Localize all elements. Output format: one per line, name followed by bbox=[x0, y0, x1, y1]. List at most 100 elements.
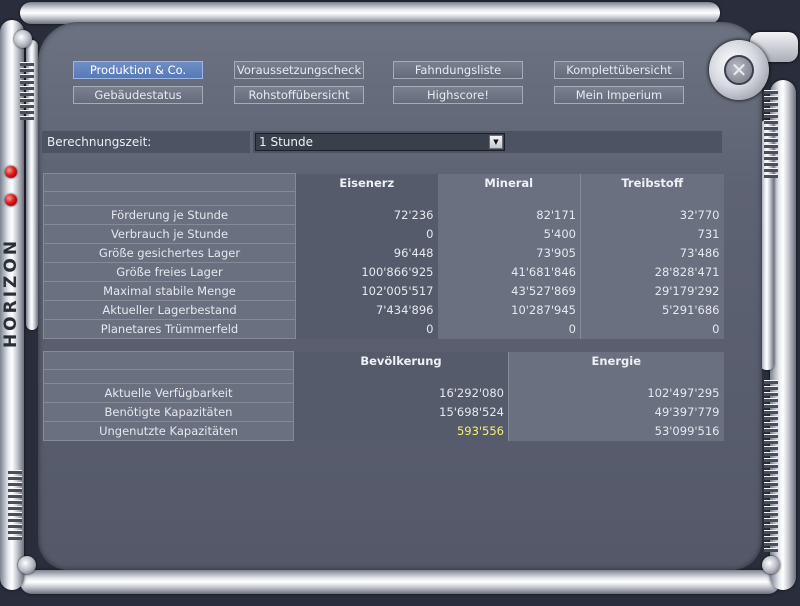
frame-rib bbox=[764, 386, 778, 390]
table-row: Planetares Trümmerfeld 0 0 0 bbox=[43, 319, 724, 339]
table-row: Aktueller Lagerbestand 7'434'896 10'287'94… bbox=[43, 300, 724, 320]
table-cell: 49'397'779 bbox=[508, 402, 724, 422]
frame-rib bbox=[764, 392, 778, 396]
frame-rib bbox=[764, 500, 778, 504]
row-label: Aktueller Lagerbestand bbox=[43, 300, 296, 320]
frame-rib bbox=[8, 482, 22, 486]
row-label: Größe freies Lager bbox=[43, 262, 296, 282]
spacer-cell bbox=[580, 191, 724, 206]
table-cell: 100'866'925 bbox=[295, 262, 438, 282]
nav-komplettuebersicht-button[interactable]: Komplettübersicht bbox=[554, 61, 684, 79]
frame-rib bbox=[8, 506, 22, 510]
table-cell: 0 bbox=[437, 319, 581, 339]
frame-rib bbox=[764, 156, 778, 160]
resources-header-mineral: Mineral bbox=[437, 173, 581, 192]
table-cell: 73'486 bbox=[580, 243, 724, 263]
frame-rib bbox=[764, 434, 778, 438]
capacity-header-bevoelkerung: Bevölkerung bbox=[293, 351, 509, 370]
frame-rib bbox=[764, 512, 778, 516]
screw-icon bbox=[14, 30, 32, 48]
frame-rib bbox=[764, 452, 778, 456]
frame-rib bbox=[20, 116, 34, 120]
frame-rib bbox=[8, 500, 22, 504]
table-cell: 15'698'524 bbox=[293, 402, 509, 422]
resources-spacer-row bbox=[43, 191, 724, 206]
spacer-cell bbox=[43, 369, 294, 384]
frame-rib bbox=[20, 62, 34, 66]
frame-rib bbox=[8, 524, 22, 528]
nav-voraussetzungscheck-button[interactable]: Voraussetzungscheck bbox=[234, 61, 364, 79]
row-label: Benötigte Kapazitäten bbox=[43, 402, 294, 422]
nav-produktion-button[interactable]: Produktion & Co. bbox=[73, 61, 203, 79]
calc-time-row: Berechnungszeit: 1 Stunde ▼ bbox=[42, 131, 722, 153]
logo-text: HORIZON bbox=[1, 237, 22, 349]
nav-rohstoffuebersicht-button[interactable]: Rohstoffübersicht bbox=[234, 86, 364, 104]
frame-rib bbox=[764, 132, 778, 136]
frame-rib bbox=[764, 464, 778, 468]
frame-rib bbox=[764, 422, 778, 426]
frame-rib bbox=[764, 440, 778, 444]
frame-rib bbox=[20, 92, 34, 96]
table-row: Verbrauch je Stunde 0 5'400 731 bbox=[43, 224, 724, 244]
frame-rib bbox=[764, 476, 778, 480]
table-cell: 7'434'896 bbox=[295, 300, 438, 320]
frame-rib bbox=[8, 476, 22, 480]
resources-header-row: Eisenerz Mineral Treibstoff bbox=[43, 173, 724, 192]
table-cell: 593'556 bbox=[293, 421, 509, 441]
frame-top-rail bbox=[20, 2, 720, 24]
nav-highscore-button[interactable]: Highscore! bbox=[393, 86, 523, 104]
table-cell: 43'527'869 bbox=[437, 281, 581, 301]
calc-time-value: 1 Stunde bbox=[259, 135, 313, 149]
table-row: Ungenutzte Kapazitäten 593'556 53'099'516 bbox=[43, 421, 724, 441]
table-cell: 5'291'686 bbox=[580, 300, 724, 320]
resources-table: Eisenerz Mineral Treibstoff Förderung je… bbox=[43, 173, 724, 339]
table-cell: 29'179'292 bbox=[580, 281, 724, 301]
close-icon: ✕ bbox=[730, 58, 748, 82]
frame-rib bbox=[20, 74, 34, 78]
frame-rib bbox=[764, 144, 778, 148]
table-cell: 0 bbox=[295, 319, 438, 339]
close-button[interactable]: ✕ bbox=[724, 55, 754, 85]
table-cell: 16'292'080 bbox=[293, 383, 509, 403]
frame-rib bbox=[764, 416, 778, 420]
nav-gebaeudestatus-button[interactable]: Gebäudestatus bbox=[73, 86, 203, 104]
frame-rib bbox=[20, 110, 34, 114]
capacity-header-row: Bevölkerung Energie bbox=[43, 351, 724, 370]
frame-bottom-rail bbox=[20, 570, 780, 594]
calc-time-select-wrap: 1 Stunde ▼ bbox=[253, 131, 722, 153]
capacity-header-energie: Energie bbox=[508, 351, 724, 370]
table-cell: 96'448 bbox=[295, 243, 438, 263]
frame-rib bbox=[764, 404, 778, 408]
frame-rib bbox=[764, 488, 778, 492]
table-cell: 41'681'846 bbox=[437, 262, 581, 282]
frame-rib bbox=[764, 482, 778, 486]
frame-rib bbox=[764, 524, 778, 528]
table-row: Größe gesichertes Lager 96'448 73'905 73'48… bbox=[43, 243, 724, 263]
frame-rib bbox=[764, 494, 778, 498]
spacer-cell bbox=[508, 369, 724, 384]
resources-header-eisenerz: Eisenerz bbox=[295, 173, 438, 192]
table-cell: 102'497'295 bbox=[508, 383, 724, 403]
resources-header-blank bbox=[43, 173, 296, 192]
frame-rib bbox=[764, 446, 778, 450]
spacer-cell bbox=[437, 191, 581, 206]
frame-rib bbox=[764, 410, 778, 414]
frame-rib bbox=[764, 174, 778, 178]
frame-rib bbox=[764, 518, 778, 522]
table-cell: 28'828'471 bbox=[580, 262, 724, 282]
nav-fahndungsliste-button[interactable]: Fahndungsliste bbox=[393, 61, 523, 79]
frame-rib bbox=[764, 548, 778, 552]
capacity-spacer-row bbox=[43, 369, 724, 384]
table-cell: 102'005'517 bbox=[295, 281, 438, 301]
frame-rib bbox=[8, 518, 22, 522]
frame-rib bbox=[764, 150, 778, 154]
dropdown-arrow-icon[interactable]: ▼ bbox=[489, 135, 503, 149]
screw-icon bbox=[762, 556, 780, 574]
table-cell: 72'236 bbox=[295, 205, 438, 225]
row-label: Größe gesichertes Lager bbox=[43, 243, 296, 263]
row-label: Planetares Trümmerfeld bbox=[43, 319, 296, 339]
calc-time-select[interactable]: 1 Stunde ▼ bbox=[255, 133, 505, 151]
row-label: Förderung je Stunde bbox=[43, 205, 296, 225]
nav-mein-imperium-button[interactable]: Mein Imperium bbox=[554, 86, 684, 104]
capacity-header-blank bbox=[43, 351, 294, 370]
